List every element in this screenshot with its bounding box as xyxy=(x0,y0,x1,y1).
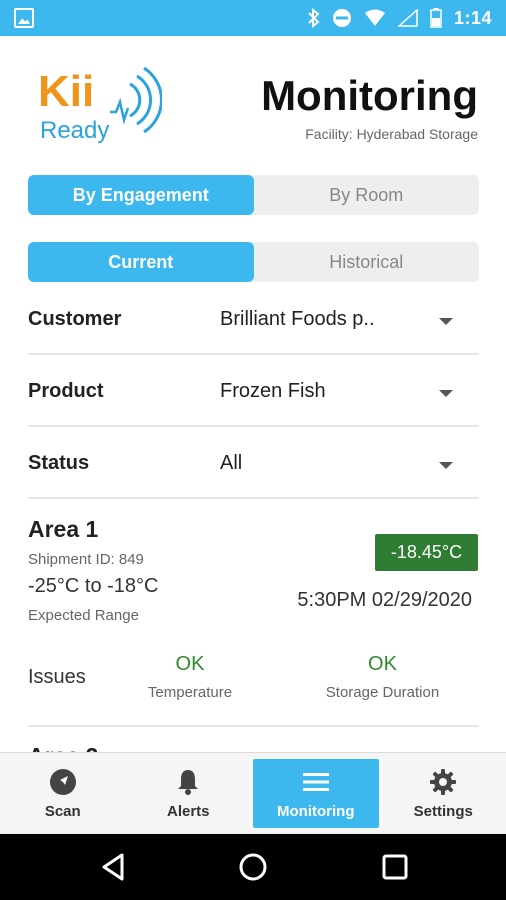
gear-icon xyxy=(428,767,458,797)
chevron-down-icon[interactable] xyxy=(439,318,453,325)
tab-historical[interactable]: Historical xyxy=(254,242,480,282)
chevron-down-icon[interactable] xyxy=(439,462,453,469)
nav-alerts[interactable]: Alerts xyxy=(126,753,252,834)
issue-status: OK xyxy=(368,653,397,675)
status-dropdown[interactable]: All xyxy=(220,452,242,475)
issue-name: Storage Duration xyxy=(325,684,440,701)
status-label: Status xyxy=(28,452,90,474)
nav-scan[interactable]: Scan xyxy=(0,753,126,834)
customer-filter: Customer Brilliant Foods p.. xyxy=(28,283,479,355)
page-title: Monitoring xyxy=(261,72,478,119)
card-divider xyxy=(28,725,479,727)
issue-status: OK xyxy=(175,653,205,675)
nav-label: Settings xyxy=(413,803,473,820)
system-nav-bar xyxy=(0,834,506,900)
issue-storage-duration: OK Storage Duration xyxy=(300,653,465,701)
issue-name: Temperature xyxy=(147,684,233,701)
logo-text-bottom: Ready xyxy=(40,117,109,144)
bluetooth-icon xyxy=(308,8,320,28)
product-label: Product xyxy=(28,380,104,402)
clock: 1:14 xyxy=(453,7,492,28)
temperature-badge: -18.45°C xyxy=(375,534,478,571)
facility-label: Facility: Hyderabad Storage xyxy=(305,126,478,142)
shipment-id: Shipment ID: 849 xyxy=(28,551,144,568)
nav-label: Alerts xyxy=(166,803,210,820)
do-not-disturb-icon xyxy=(332,9,351,27)
battery-icon xyxy=(430,8,442,28)
product-dropdown[interactable]: Frozen Fish xyxy=(220,380,326,403)
recents-icon[interactable] xyxy=(380,852,410,882)
nav-settings[interactable]: Settings xyxy=(381,753,506,834)
bell-icon xyxy=(173,767,203,797)
wifi-icon xyxy=(364,9,385,26)
navigation-arrow-icon xyxy=(48,767,78,797)
nav-label: Scan xyxy=(44,803,81,820)
nav-label: Monitoring xyxy=(277,803,355,820)
issues-label: Issues xyxy=(28,666,86,688)
product-filter: Product Frozen Fish xyxy=(28,355,479,427)
tab-by-engagement[interactable]: By Engagement xyxy=(28,175,254,215)
reading-timestamp: 5:30PM 02/29/2020 xyxy=(297,589,472,611)
chevron-down-icon[interactable] xyxy=(439,390,453,397)
tab-by-room[interactable]: By Room xyxy=(254,175,480,215)
customer-label: Customer xyxy=(28,308,122,330)
cell-signal-icon xyxy=(397,9,418,27)
kii-ready-logo: Kii Ready xyxy=(38,62,163,144)
status-icons: 1:14 xyxy=(308,6,492,30)
nav-monitoring[interactable]: Monitoring xyxy=(253,759,379,828)
image-notification-icon xyxy=(14,8,34,28)
list-icon xyxy=(301,767,331,797)
tab-current[interactable]: Current xyxy=(28,242,254,282)
area-title: Area 1 xyxy=(28,516,99,542)
issue-temperature: OK Temperature xyxy=(130,653,250,701)
status-filter: Status All xyxy=(28,427,479,499)
view-toggle: By Engagement By Room xyxy=(28,175,479,215)
expected-range-label: Expected Range xyxy=(28,607,139,624)
bottom-nav: Scan Alerts Monitoring Settings xyxy=(0,752,506,834)
back-icon[interactable] xyxy=(98,852,128,882)
status-bar: 1:14 xyxy=(0,0,506,36)
expected-range-value: -25°C to -18°C xyxy=(28,575,159,597)
time-toggle: Current Historical xyxy=(28,242,479,282)
home-icon[interactable] xyxy=(238,852,268,882)
logo-text-top: Kii xyxy=(38,67,94,116)
customer-dropdown[interactable]: Brilliant Foods p.. xyxy=(220,308,375,331)
